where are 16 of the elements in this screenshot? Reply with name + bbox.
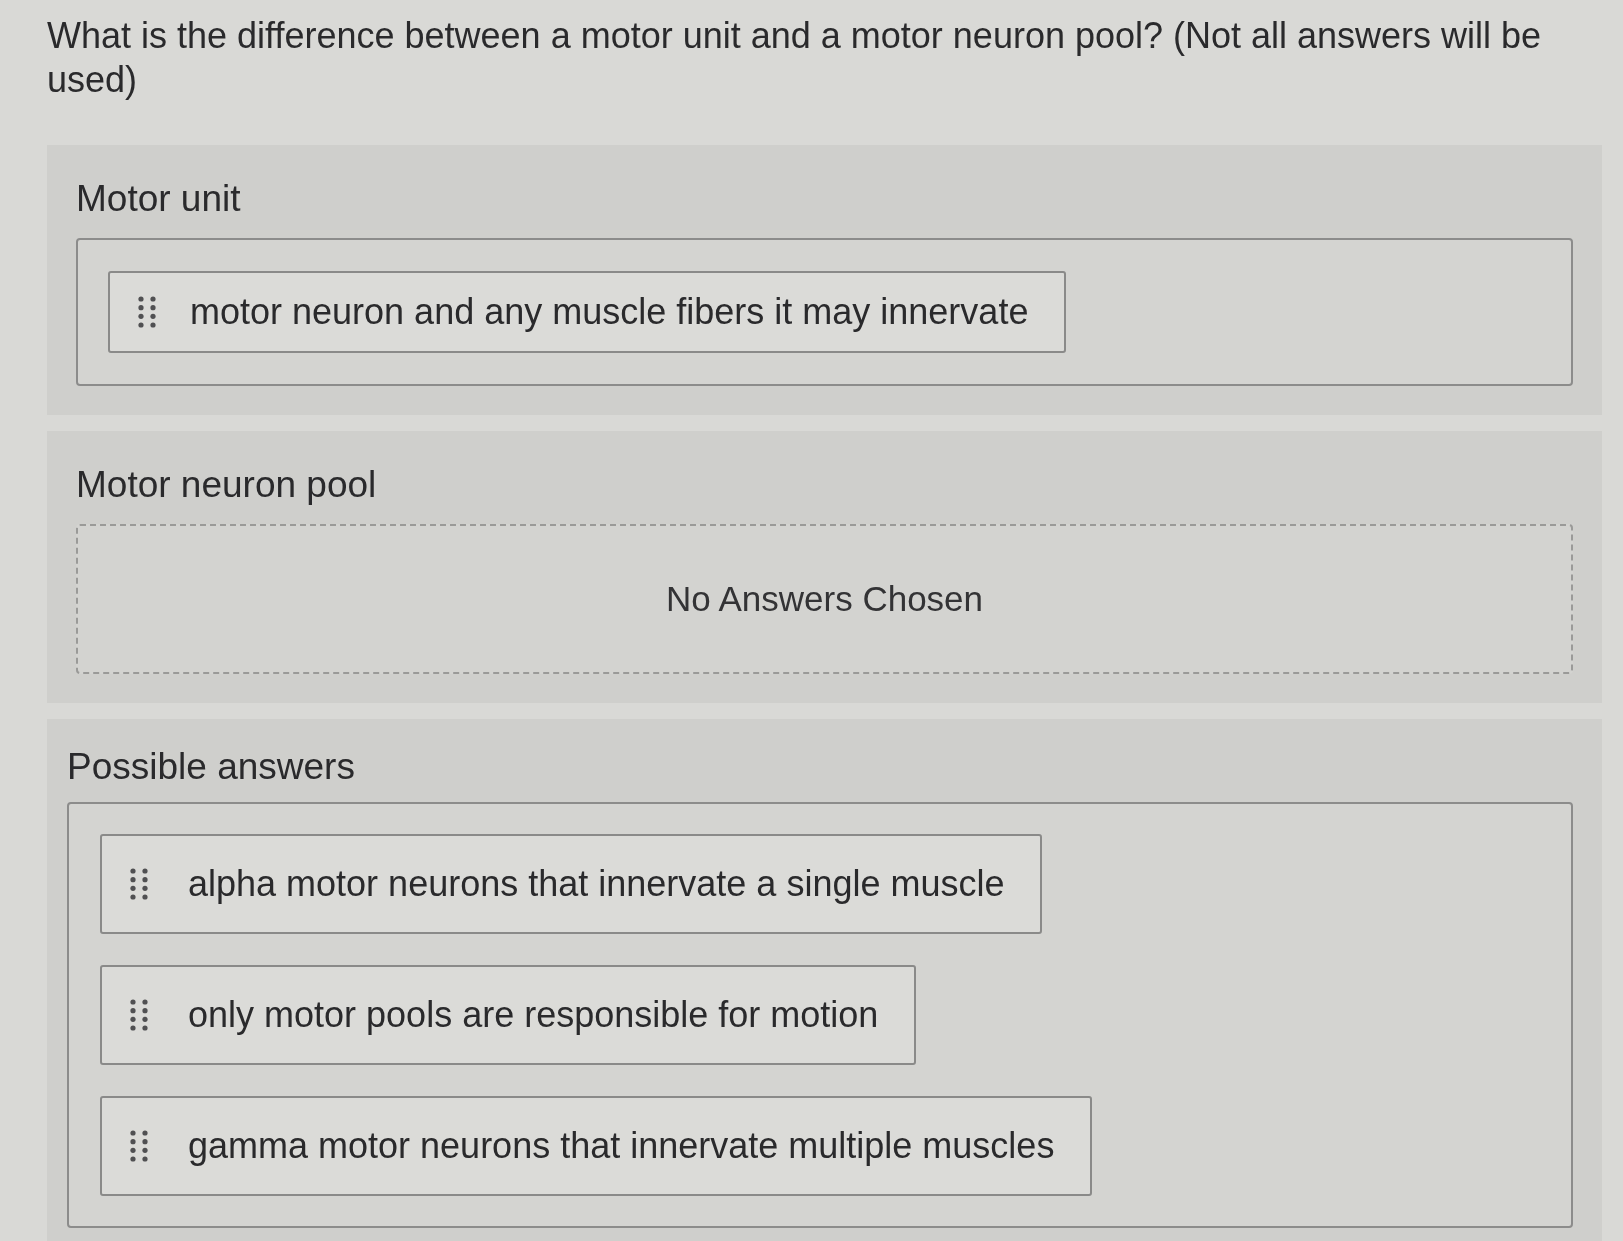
drag-handle-icon: [130, 1130, 148, 1162]
drop-zone[interactable]: No Answers Chosen: [76, 524, 1573, 674]
answer-bank[interactable]: alpha motor neurons that innervate a single muscle only motor pools are responsible for motion gamma motor neurons that innervate multiple muscles: [67, 802, 1573, 1228]
category-label: Motor neuron pool: [76, 465, 377, 505]
drag-handle-icon: [130, 868, 148, 900]
answer-chip[interactable]: only motor pools are responsible for motion: [100, 965, 917, 1065]
answer-chip[interactable]: alpha motor neurons that innervate a single muscle: [100, 834, 1043, 934]
drop-zone[interactable]: motor neuron and any muscle fibers it may innervate: [76, 238, 1573, 386]
drag-handle-icon: [130, 999, 148, 1031]
category-label: Motor unit: [76, 179, 241, 219]
answer-bank-label: Possible answers: [67, 747, 355, 787]
answer-chip[interactable]: gamma motor neurons that innervate multiple muscles: [100, 1096, 1093, 1196]
drag-handle-icon: [138, 296, 156, 328]
question-text: What is the difference between a motor unit and a motor neuron pool? (Not all answers will be used): [47, 14, 1543, 102]
placeholder-text: No Answers Chosen: [665, 579, 984, 619]
answer-chip[interactable]: motor neuron and any muscle fibers it may innervate: [108, 271, 1067, 353]
